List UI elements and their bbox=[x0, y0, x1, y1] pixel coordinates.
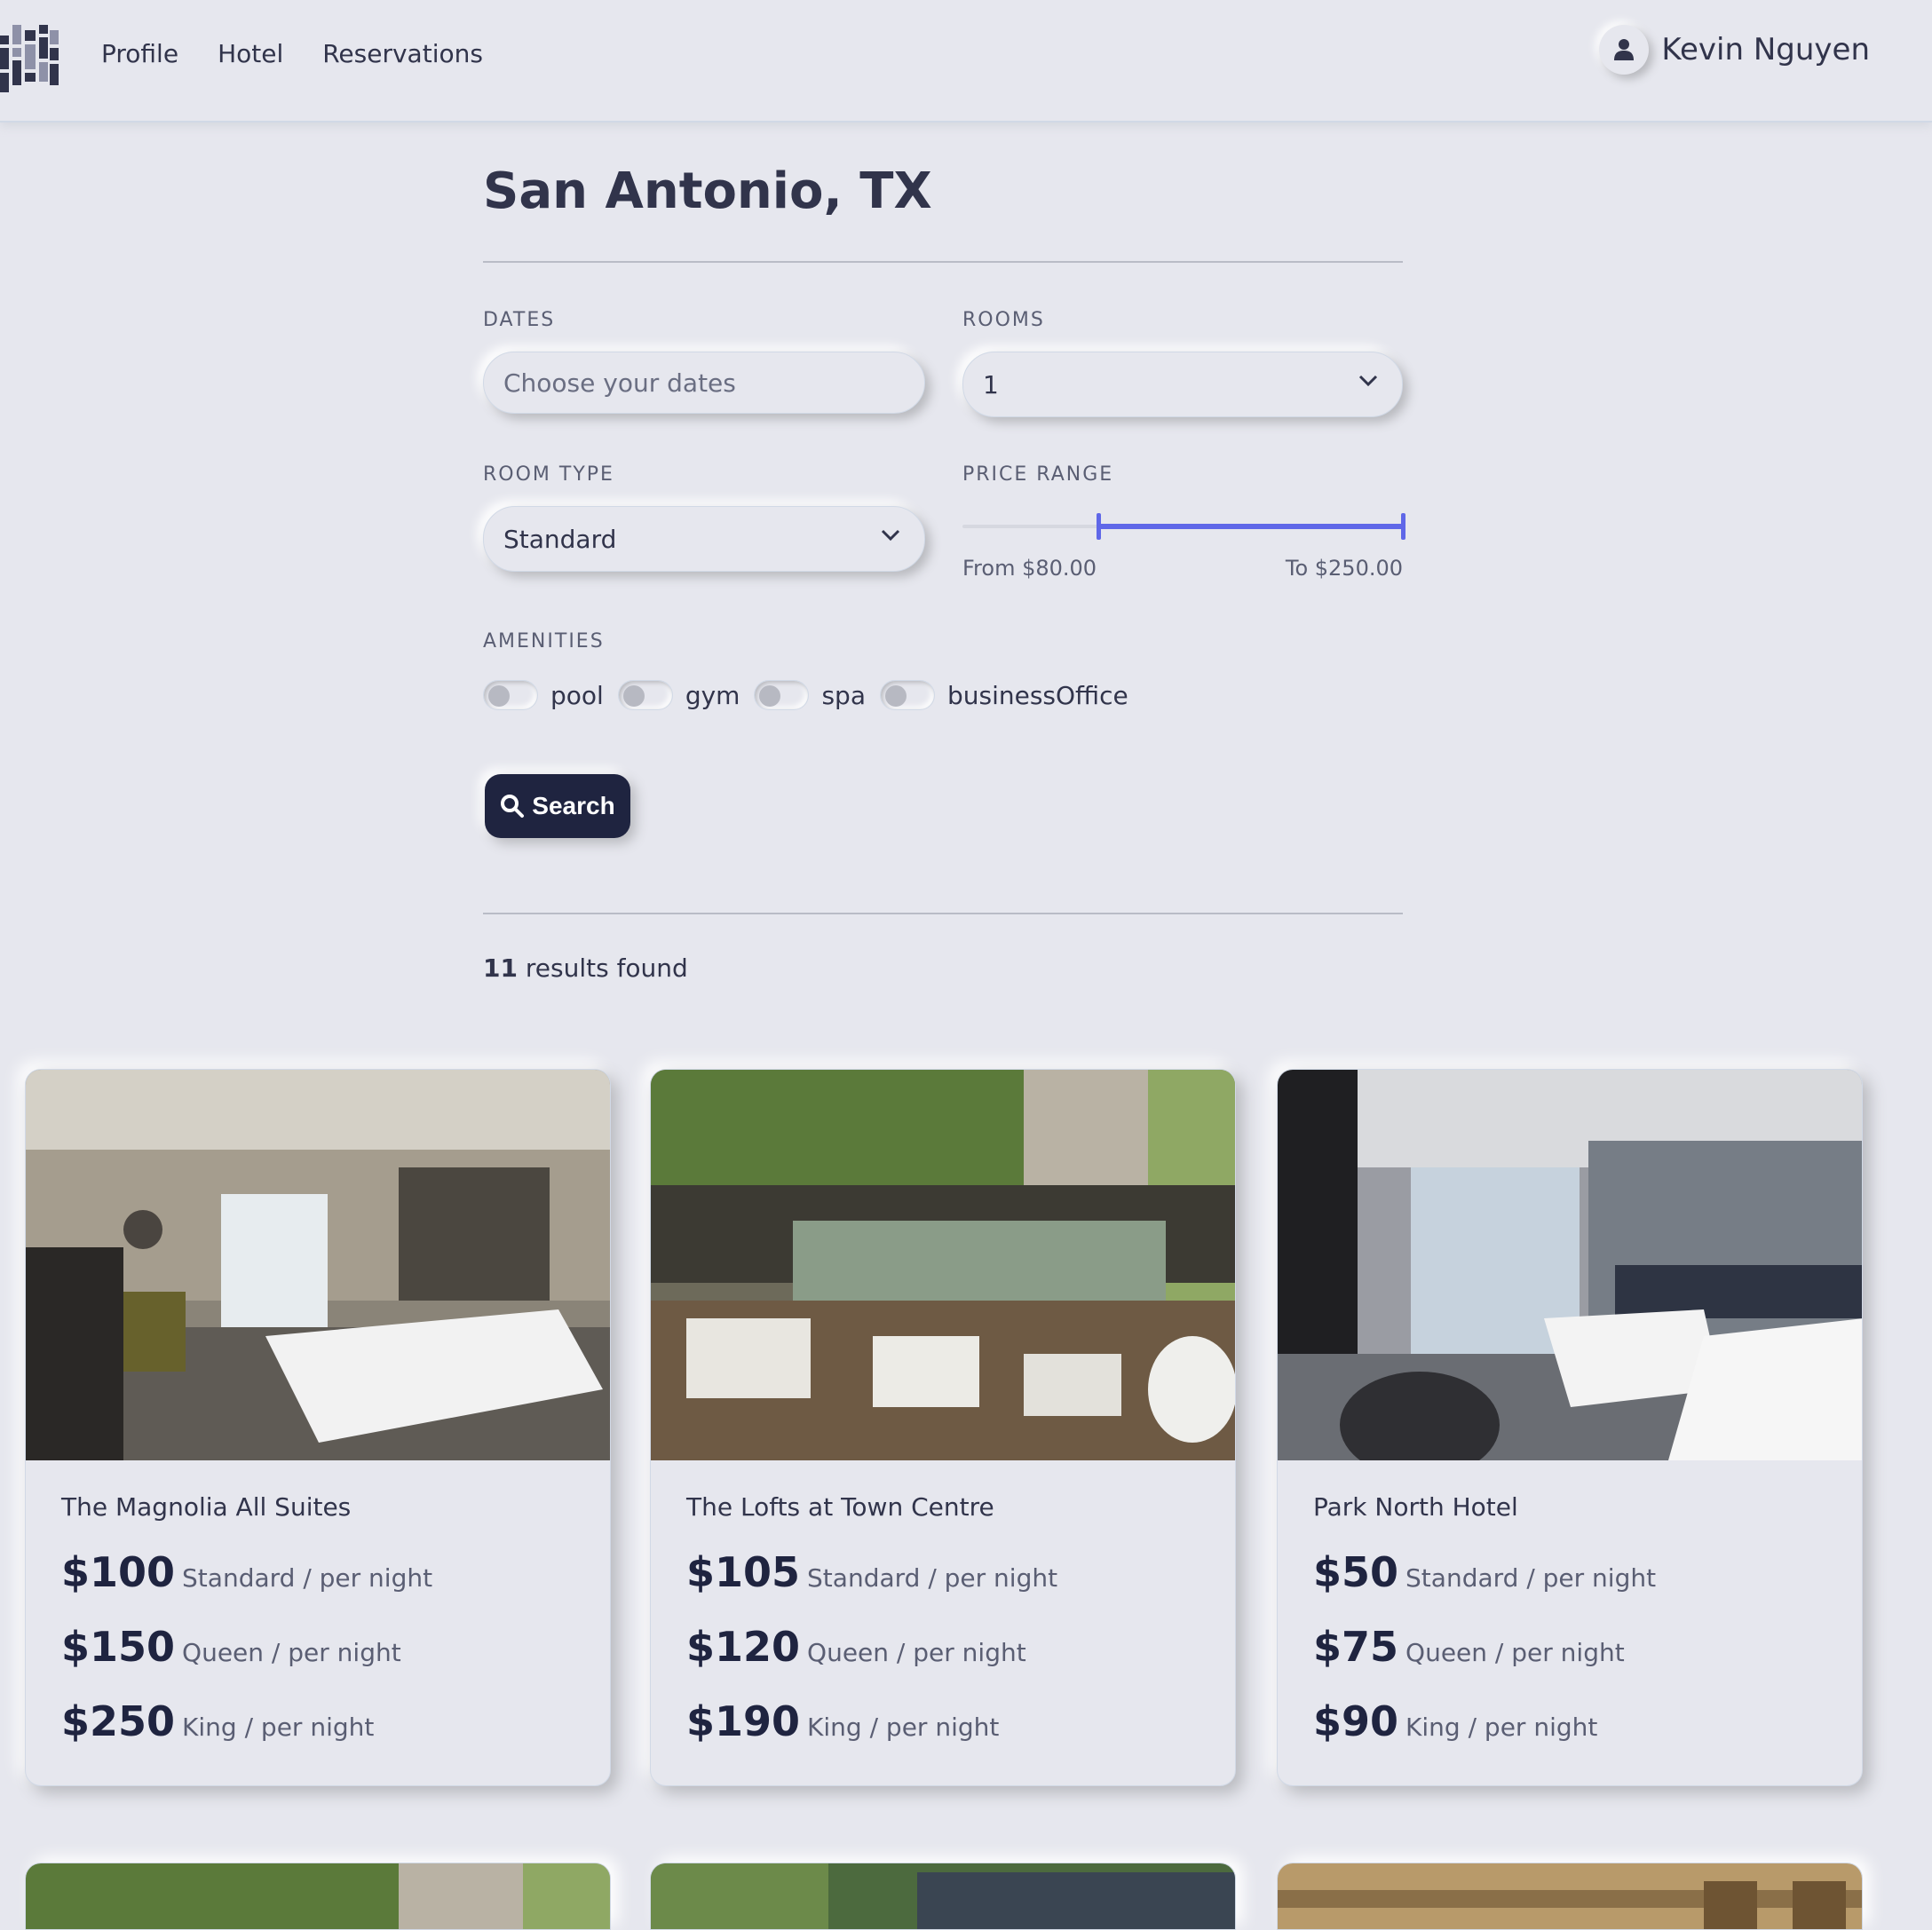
dates-label: DATES bbox=[483, 309, 556, 331]
price-type: King / per night bbox=[1405, 1712, 1598, 1742]
price-from: From $80.00 bbox=[962, 556, 1097, 581]
price-range-slider[interactable] bbox=[962, 513, 1405, 540]
hotel-name: The Lofts at Town Centre bbox=[686, 1492, 994, 1522]
slider-handle-min[interactable] bbox=[1097, 513, 1101, 540]
room-type-label: ROOM TYPE bbox=[483, 463, 614, 486]
rooms-value: 1 bbox=[983, 369, 999, 399]
slider-handle-max[interactable] bbox=[1401, 513, 1405, 540]
price-to: To $250.00 bbox=[1285, 556, 1403, 581]
hotel-name: The Magnolia All Suites bbox=[61, 1492, 352, 1522]
slider-fill bbox=[1097, 524, 1401, 529]
brand-logo[interactable] bbox=[0, 25, 60, 92]
top-navbar: Profile Hotel Reservations Kevin Nguyen bbox=[0, 0, 1932, 123]
price-row: $120 Queen / per night bbox=[686, 1623, 1200, 1697]
price-row: $105 Standard / per night bbox=[686, 1548, 1200, 1623]
price-type: Standard / per night bbox=[807, 1563, 1058, 1593]
nav-reservations-link[interactable]: Reservations bbox=[322, 39, 483, 68]
pool-toggle[interactable] bbox=[483, 680, 538, 710]
hotel-photo bbox=[26, 1070, 610, 1460]
price-amount: $90 bbox=[1313, 1697, 1399, 1745]
dates-input[interactable]: Choose your dates bbox=[483, 352, 925, 414]
amenities-group: pool gym spa businessOffice bbox=[483, 680, 1143, 710]
price-row: $90 King / per night bbox=[1313, 1697, 1826, 1772]
user-icon bbox=[1614, 39, 1635, 60]
business-office-toggle[interactable] bbox=[879, 680, 935, 710]
price-row: $250 King / per night bbox=[61, 1697, 574, 1772]
price-type: Standard / per night bbox=[182, 1563, 433, 1593]
divider bbox=[483, 261, 1403, 263]
price-amount: $150 bbox=[61, 1623, 176, 1671]
divider bbox=[483, 913, 1403, 914]
price-type: Queen / per night bbox=[807, 1638, 1026, 1667]
amenity-spa[interactable]: spa bbox=[754, 680, 866, 710]
hotel-photo bbox=[651, 1863, 1235, 1929]
price-amount: $250 bbox=[61, 1697, 176, 1745]
search-button[interactable]: Search bbox=[485, 774, 630, 838]
price-amount: $75 bbox=[1313, 1623, 1399, 1671]
hotel-photo bbox=[1278, 1070, 1862, 1460]
amenity-business-office[interactable]: businessOffice bbox=[879, 680, 1128, 710]
amenity-pool[interactable]: pool bbox=[483, 680, 604, 710]
price-row: $50 Standard / per night bbox=[1313, 1548, 1826, 1623]
hotel-card[interactable] bbox=[1277, 1863, 1863, 1930]
hotel-photo bbox=[26, 1863, 610, 1929]
hotel-card[interactable]: Park North Hotel $50 Standard / per nigh… bbox=[1277, 1069, 1863, 1786]
price-type: King / per night bbox=[807, 1712, 1000, 1742]
price-type: Queen / per night bbox=[1405, 1638, 1625, 1667]
price-amount: $190 bbox=[686, 1697, 801, 1745]
hotel-card[interactable]: The Magnolia All Suites $100 Standard / … bbox=[25, 1069, 611, 1786]
hotel-photo bbox=[651, 1070, 1235, 1460]
avatar bbox=[1599, 25, 1650, 75]
hotel-photo bbox=[1278, 1863, 1862, 1929]
nav-hotel-link[interactable]: Hotel bbox=[218, 39, 283, 68]
main-nav: Profile Hotel Reservations bbox=[101, 39, 483, 68]
price-type: Standard / per night bbox=[1405, 1563, 1657, 1593]
price-range-label: PRICE RANGE bbox=[962, 463, 1114, 486]
price-amount: $100 bbox=[61, 1548, 176, 1596]
price-row: $75 Queen / per night bbox=[1313, 1623, 1826, 1697]
search-icon bbox=[501, 795, 525, 818]
price-row: $150 Queen / per night bbox=[61, 1623, 574, 1697]
search-button-label: Search bbox=[532, 792, 615, 819]
search-panel: San Antonio, TX DATES Choose your dates … bbox=[483, 156, 1405, 983]
room-type-value: Standard bbox=[503, 524, 617, 554]
room-type-select[interactable]: Standard bbox=[483, 506, 925, 572]
hotel-name: Park North Hotel bbox=[1313, 1492, 1518, 1522]
price-type: Queen / per night bbox=[182, 1638, 401, 1667]
chevron-down-icon bbox=[881, 529, 900, 542]
amenity-gym[interactable]: gym bbox=[617, 680, 740, 710]
amenity-label: gym bbox=[685, 680, 740, 710]
results-number: 11 bbox=[483, 953, 518, 983]
hotel-card[interactable] bbox=[25, 1863, 611, 1930]
dates-placeholder: Choose your dates bbox=[503, 368, 736, 398]
amenity-label: spa bbox=[821, 680, 866, 710]
price-amount: $50 bbox=[1313, 1548, 1399, 1596]
rooms-label: ROOMS bbox=[962, 309, 1045, 331]
nav-profile-link[interactable]: Profile bbox=[101, 39, 178, 68]
amenities-label: AMENITIES bbox=[483, 630, 605, 653]
results-suffix: results found bbox=[517, 953, 688, 983]
price-row: $100 Standard / per night bbox=[61, 1548, 574, 1623]
gym-toggle[interactable] bbox=[617, 680, 673, 710]
user-menu[interactable]: Kevin Nguyen bbox=[1599, 25, 1870, 75]
price-amount: $105 bbox=[686, 1548, 801, 1596]
price-amount: $120 bbox=[686, 1623, 801, 1671]
hotel-card[interactable] bbox=[650, 1863, 1236, 1930]
rooms-select[interactable]: 1 bbox=[962, 352, 1403, 417]
amenity-label: pool bbox=[550, 680, 604, 710]
price-type: King / per night bbox=[182, 1712, 375, 1742]
page-title: San Antonio, TX bbox=[483, 162, 932, 220]
hotel-card[interactable]: The Lofts at Town Centre $105 Standard /… bbox=[650, 1069, 1236, 1786]
amenity-label: businessOffice bbox=[946, 680, 1128, 710]
chevron-down-icon bbox=[1358, 375, 1378, 387]
price-row: $190 King / per night bbox=[686, 1697, 1200, 1772]
results-count: 11 results found bbox=[483, 953, 688, 983]
user-name: Kevin Nguyen bbox=[1661, 32, 1870, 67]
spa-toggle[interactable] bbox=[754, 680, 810, 710]
